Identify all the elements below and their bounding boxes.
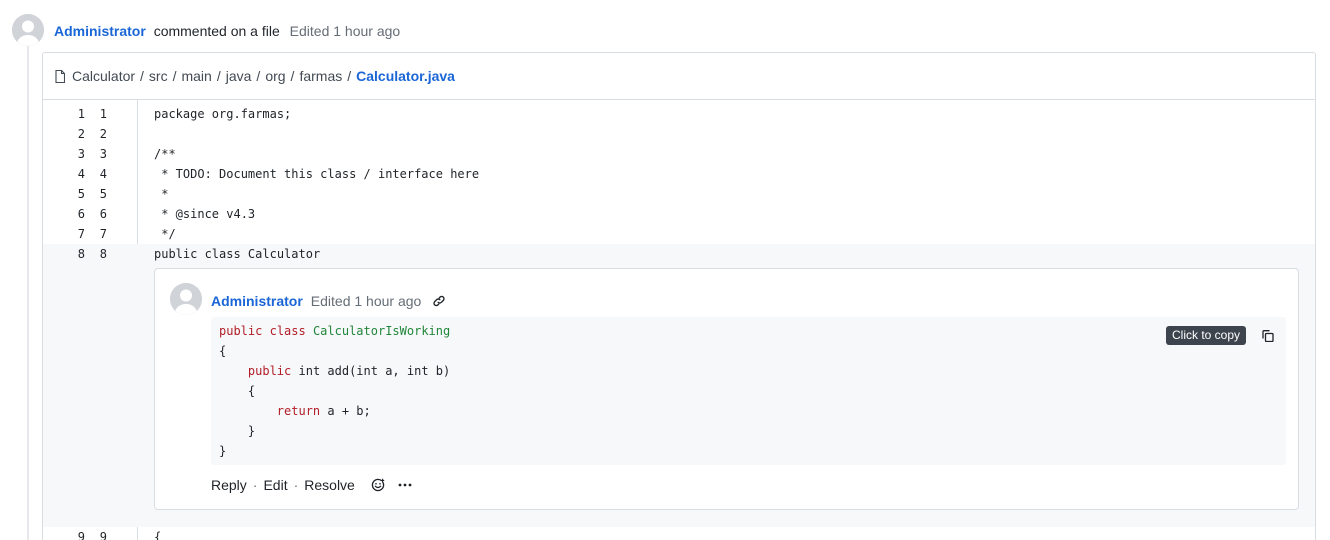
action-separator: · (293, 477, 299, 493)
code-text: * TODO: Document this class / interface … (154, 167, 480, 181)
code-text: * @since v4.3 (154, 207, 256, 221)
line-number-new[interactable]: 8 (85, 244, 107, 264)
comment-actions: Reply · Edit · Resolve (211, 475, 413, 495)
comment-edited-timestamp[interactable]: Edited 1 hour ago (311, 292, 422, 310)
code-text: public class Calculator (154, 247, 321, 261)
line-number-new[interactable]: 2 (85, 124, 107, 144)
file-comment-card: Calculator / src / main / java / org / f… (42, 52, 1316, 540)
breadcrumb-separator: / (140, 68, 144, 84)
code-keyword: class (269, 324, 306, 338)
event-action: commented on a file (153, 23, 280, 39)
link-icon[interactable] (432, 294, 446, 308)
comment-header: Administrator Edited 1 hour ago (211, 292, 446, 310)
code-keyword: public (219, 324, 263, 338)
diff-code-area: 1 1 package org.farmas; 2 2 3 3 /** 4 4 … (43, 100, 1315, 540)
breadcrumb-separator: / (216, 68, 221, 84)
line-number-new[interactable]: 6 (85, 204, 107, 224)
line-number-old[interactable]: 1 (43, 104, 85, 124)
breadcrumb-separator: / (256, 68, 261, 84)
more-icon[interactable] (397, 477, 413, 493)
line-number-old[interactable]: 3 (43, 144, 85, 164)
code-text: * (154, 187, 169, 201)
code-text: } (247, 424, 256, 438)
line-number-old[interactable]: 2 (43, 124, 85, 144)
breadcrumb-separator: / (347, 68, 352, 84)
code-line: 6 6 * @since v4.3 (43, 204, 1315, 224)
code-line: 7 7 */ (43, 224, 1315, 244)
code-text: package org.farmas; (154, 107, 292, 121)
breadcrumb-part: src (148, 68, 168, 84)
line-number-old[interactable]: 8 (43, 244, 85, 264)
code-line: 9 9 { (43, 527, 1315, 540)
default-avatar-icon (12, 14, 44, 46)
breadcrumb-separator: / (172, 68, 177, 84)
code-line: 2 2 (43, 124, 1315, 144)
comment-code-block: public class CalculatorIsWorking { publi… (211, 317, 1286, 465)
author-link[interactable]: Administrator (54, 23, 146, 39)
resolve-button[interactable]: Resolve (304, 475, 355, 495)
code-line: 4 4 * TODO: Document this class / interf… (43, 164, 1315, 184)
code-line: 1 1 package org.farmas; (43, 104, 1315, 124)
code-keyword: public (247, 364, 292, 378)
code-line: 3 3 /** (43, 144, 1315, 164)
code-line: 5 5 * (43, 184, 1315, 204)
code-text: int add(int a, int b) (298, 364, 451, 378)
code-class-name: CalculatorIsWorking (312, 324, 451, 338)
breadcrumb-separator: / (290, 68, 295, 84)
copy-tooltip: Click to copy (1166, 326, 1247, 345)
file-name-link[interactable]: Calculator.java (356, 68, 455, 84)
default-avatar-icon (170, 283, 202, 315)
comment-avatar[interactable] (170, 283, 202, 315)
user-avatar[interactable] (12, 14, 44, 46)
event-header: Administrator commented on a file Edited… (54, 22, 400, 40)
line-number-old[interactable]: 9 (43, 527, 85, 540)
code-text: } (219, 444, 227, 458)
breadcrumb-part: Calculator (72, 68, 136, 84)
line-number-old[interactable]: 6 (43, 204, 85, 224)
inline-comment-thread: Administrator Edited 1 hour ago public c… (43, 264, 1315, 527)
code-line-commented: 8 8 public class Calculator (43, 244, 1315, 264)
emoji-icon[interactable] (371, 478, 385, 492)
file-header: Calculator / src / main / java / org / f… (43, 53, 1315, 100)
line-number-old[interactable]: 4 (43, 164, 85, 184)
breadcrumb-part: main (181, 68, 212, 84)
copy-icon (1262, 330, 1274, 342)
line-number-new[interactable]: 5 (85, 184, 107, 204)
code-text: /** (154, 147, 176, 161)
edit-button[interactable]: Edit (263, 475, 287, 495)
reply-button[interactable]: Reply (211, 475, 247, 495)
timeline-line (27, 44, 29, 540)
line-number-new[interactable]: 3 (85, 144, 107, 164)
code-text: { (247, 384, 256, 398)
comment-author-link[interactable]: Administrator (211, 292, 303, 310)
line-number-new[interactable]: 1 (85, 104, 107, 124)
breadcrumb-part: org (265, 68, 286, 84)
file-icon (55, 69, 65, 83)
line-number-new[interactable]: 4 (85, 164, 107, 184)
code-text: a + b; (327, 404, 371, 418)
comment-code: public class CalculatorIsWorking { publi… (219, 321, 450, 461)
code-text: { (219, 344, 227, 358)
line-number-old[interactable]: 5 (43, 184, 85, 204)
code-text: { (154, 530, 162, 540)
line-number-old[interactable]: 7 (43, 224, 85, 244)
line-number-new[interactable]: 9 (85, 527, 107, 540)
breadcrumb-part: java (225, 68, 252, 84)
action-separator: · (252, 477, 258, 493)
breadcrumb-part: farmas (299, 68, 343, 84)
comment-card: Administrator Edited 1 hour ago public c… (154, 268, 1299, 510)
code-text: */ (154, 227, 176, 241)
line-number-new[interactable]: 7 (85, 224, 107, 244)
code-keyword: return (276, 404, 321, 418)
copy-button[interactable] (1258, 326, 1278, 346)
edited-timestamp[interactable]: Edited 1 hour ago (290, 23, 401, 39)
